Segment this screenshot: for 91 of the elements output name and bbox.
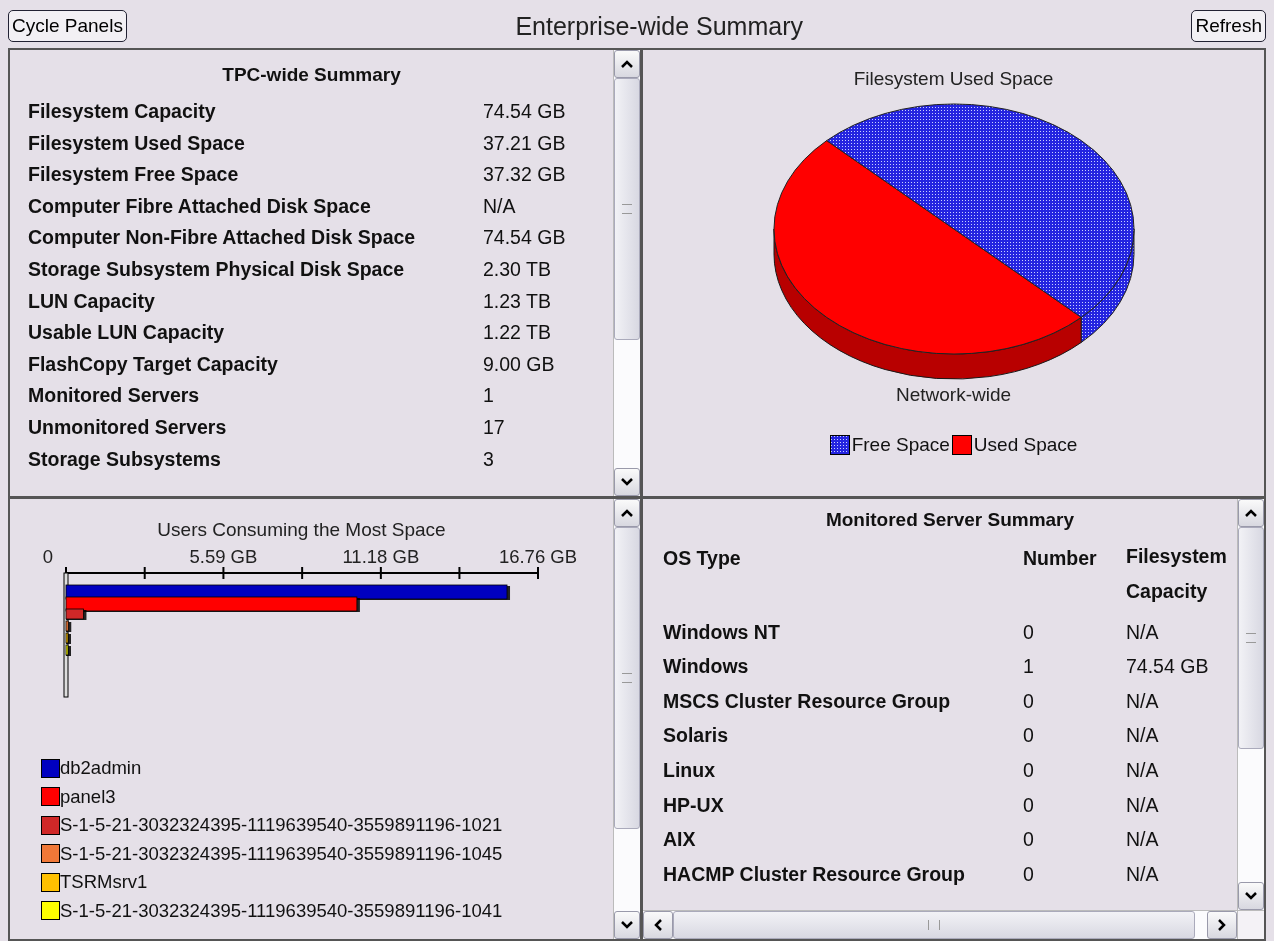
legend-label: Used Space — [973, 434, 1078, 456]
table-cell-text: Windows NT — [663, 620, 781, 644]
table-cell-text: Linux — [663, 758, 716, 782]
table-cell-text: HP-UX — [663, 793, 725, 817]
chevron-right-icon — [1217, 918, 1227, 932]
summary-label: Filesystem Used Space — [28, 131, 246, 155]
summary-label: Storage Subsystem Physical Disk Space — [28, 257, 406, 281]
scrollbar-thumb[interactable] — [1238, 527, 1264, 749]
scroll-right-button[interactable] — [1207, 911, 1237, 939]
column-header: Number — [1023, 547, 1098, 571]
legend-label: S-1-5-21-3032324395-1119639540-3559891196-1041 — [60, 899, 503, 922]
table-cell-text: MSCS Cluster Resource Group — [663, 689, 952, 713]
table-cell-text: AIX — [663, 828, 697, 852]
table-cell-text: 0 — [1023, 793, 1035, 817]
table-cell-text: N/A — [1126, 862, 1160, 886]
summary-label: LUN Capacity — [28, 289, 156, 313]
scroll-up-button[interactable] — [614, 50, 640, 78]
summary-value: 1 — [483, 384, 495, 408]
table-cell-text: 0 — [1023, 689, 1035, 713]
scroll-left-button[interactable] — [643, 911, 673, 939]
summary-label: Unmonitored Servers — [28, 415, 228, 439]
summary-value: 37.32 GB — [483, 163, 567, 187]
table-cell-text: 0 — [1023, 724, 1035, 748]
scroll-down-button[interactable] — [614, 468, 640, 496]
axis-tick-label: 11.18 GB — [342, 546, 420, 567]
summary-label: Computer Fibre Attached Disk Space — [28, 194, 372, 218]
summary-label: Monitored Servers — [28, 384, 201, 408]
chevron-down-icon — [620, 477, 634, 487]
summary-label: Usable LUN Capacity — [28, 321, 226, 345]
summary-value: N/A — [483, 194, 517, 218]
chart-title: Users Consuming the Most Space — [156, 518, 447, 541]
legend-label: db2admin — [60, 757, 142, 779]
scroll-down-button[interactable] — [614, 911, 640, 939]
pie-label: Network-wide — [894, 384, 1013, 406]
summary-value: 1.22 TB — [483, 321, 552, 345]
scroll-up-button[interactable] — [614, 499, 640, 527]
legend-label: Free Space — [851, 434, 950, 456]
summary-label: Computer Non-Fibre Attached Disk Space — [28, 226, 417, 250]
table-cell-text: N/A — [1126, 689, 1160, 713]
chevron-up-icon — [620, 508, 634, 518]
summary-label: FlashCopy Target Capacity — [28, 352, 279, 376]
page-title: Enterprise-wide Summary — [515, 11, 803, 41]
chevron-down-icon — [620, 920, 634, 930]
panel-title: TPC-wide Summary — [221, 63, 402, 87]
summary-value: 37.21 GB — [483, 131, 567, 155]
axis-tick-label: 0 — [42, 546, 54, 567]
table-cell-text: Windows — [663, 655, 750, 679]
scrollbar-thumb[interactable] — [614, 527, 640, 829]
scrollbar-thumb[interactable] — [614, 78, 640, 340]
column-header: OS Type — [663, 547, 742, 571]
table-cell-text: N/A — [1126, 828, 1160, 852]
summary-label: Storage Subsystems — [28, 447, 222, 471]
table-cell-text: N/A — [1126, 758, 1160, 782]
chevron-up-icon — [620, 59, 634, 69]
table-cell-text: 0 — [1023, 620, 1035, 644]
table-cell-text: Solaris — [663, 724, 730, 748]
summary-value: 1.23 TB — [483, 289, 552, 313]
chevron-up-icon — [1244, 508, 1258, 518]
panel-title: Monitored Server Summary — [824, 508, 1076, 532]
chevron-down-icon — [1244, 891, 1258, 901]
table-cell-text: 0 — [1023, 758, 1035, 782]
table-cell-text: N/A — [1126, 724, 1160, 748]
summary-value: 9.00 GB — [483, 352, 556, 376]
table-cell-text: 1 — [1023, 655, 1035, 679]
table-cell-text: 74.54 GB — [1126, 655, 1210, 679]
summary-label: Filesystem Free Space — [28, 163, 240, 187]
chevron-left-icon — [653, 918, 663, 932]
column-header: Filesystem Capacity — [1126, 544, 1226, 604]
table-cell-text: HACMP Cluster Resource Group — [663, 862, 966, 886]
table-cell-text: 0 — [1023, 862, 1035, 886]
cycle-panels-button[interactable]: Cycle Panels — [8, 10, 127, 42]
scroll-down-button[interactable] — [1238, 882, 1264, 910]
table-cell-text: 0 — [1023, 828, 1035, 852]
summary-value: 2.30 TB — [483, 257, 552, 281]
legend-label: TSRMsrv1 — [60, 871, 148, 893]
axis-tick-label: 5.59 GB — [189, 546, 258, 567]
legend-label: S-1-5-21-3032324395-1119639540-3559891196-1021 — [60, 814, 503, 836]
summary-value: 74.54 GB — [483, 100, 567, 123]
scrollbar-thumb[interactable] — [673, 911, 1195, 939]
chart-title: Filesystem Used Space — [852, 67, 1055, 90]
summary-value: 17 — [483, 415, 506, 439]
legend-label: panel3 — [60, 785, 116, 808]
axis-tick-label: 16.76 GB — [498, 546, 578, 567]
refresh-button[interactable]: Refresh — [1191, 10, 1266, 42]
table-cell-text: N/A — [1126, 620, 1160, 644]
table-cell-text: N/A — [1126, 793, 1160, 817]
legend-label: S-1-5-21-3032324395-1119639540-3559891196-1045 — [60, 842, 503, 865]
scroll-up-button[interactable] — [1238, 499, 1264, 527]
summary-label: Filesystem Capacity — [28, 100, 217, 123]
summary-value: 3 — [483, 447, 495, 471]
summary-value: 74.54 GB — [483, 226, 567, 250]
